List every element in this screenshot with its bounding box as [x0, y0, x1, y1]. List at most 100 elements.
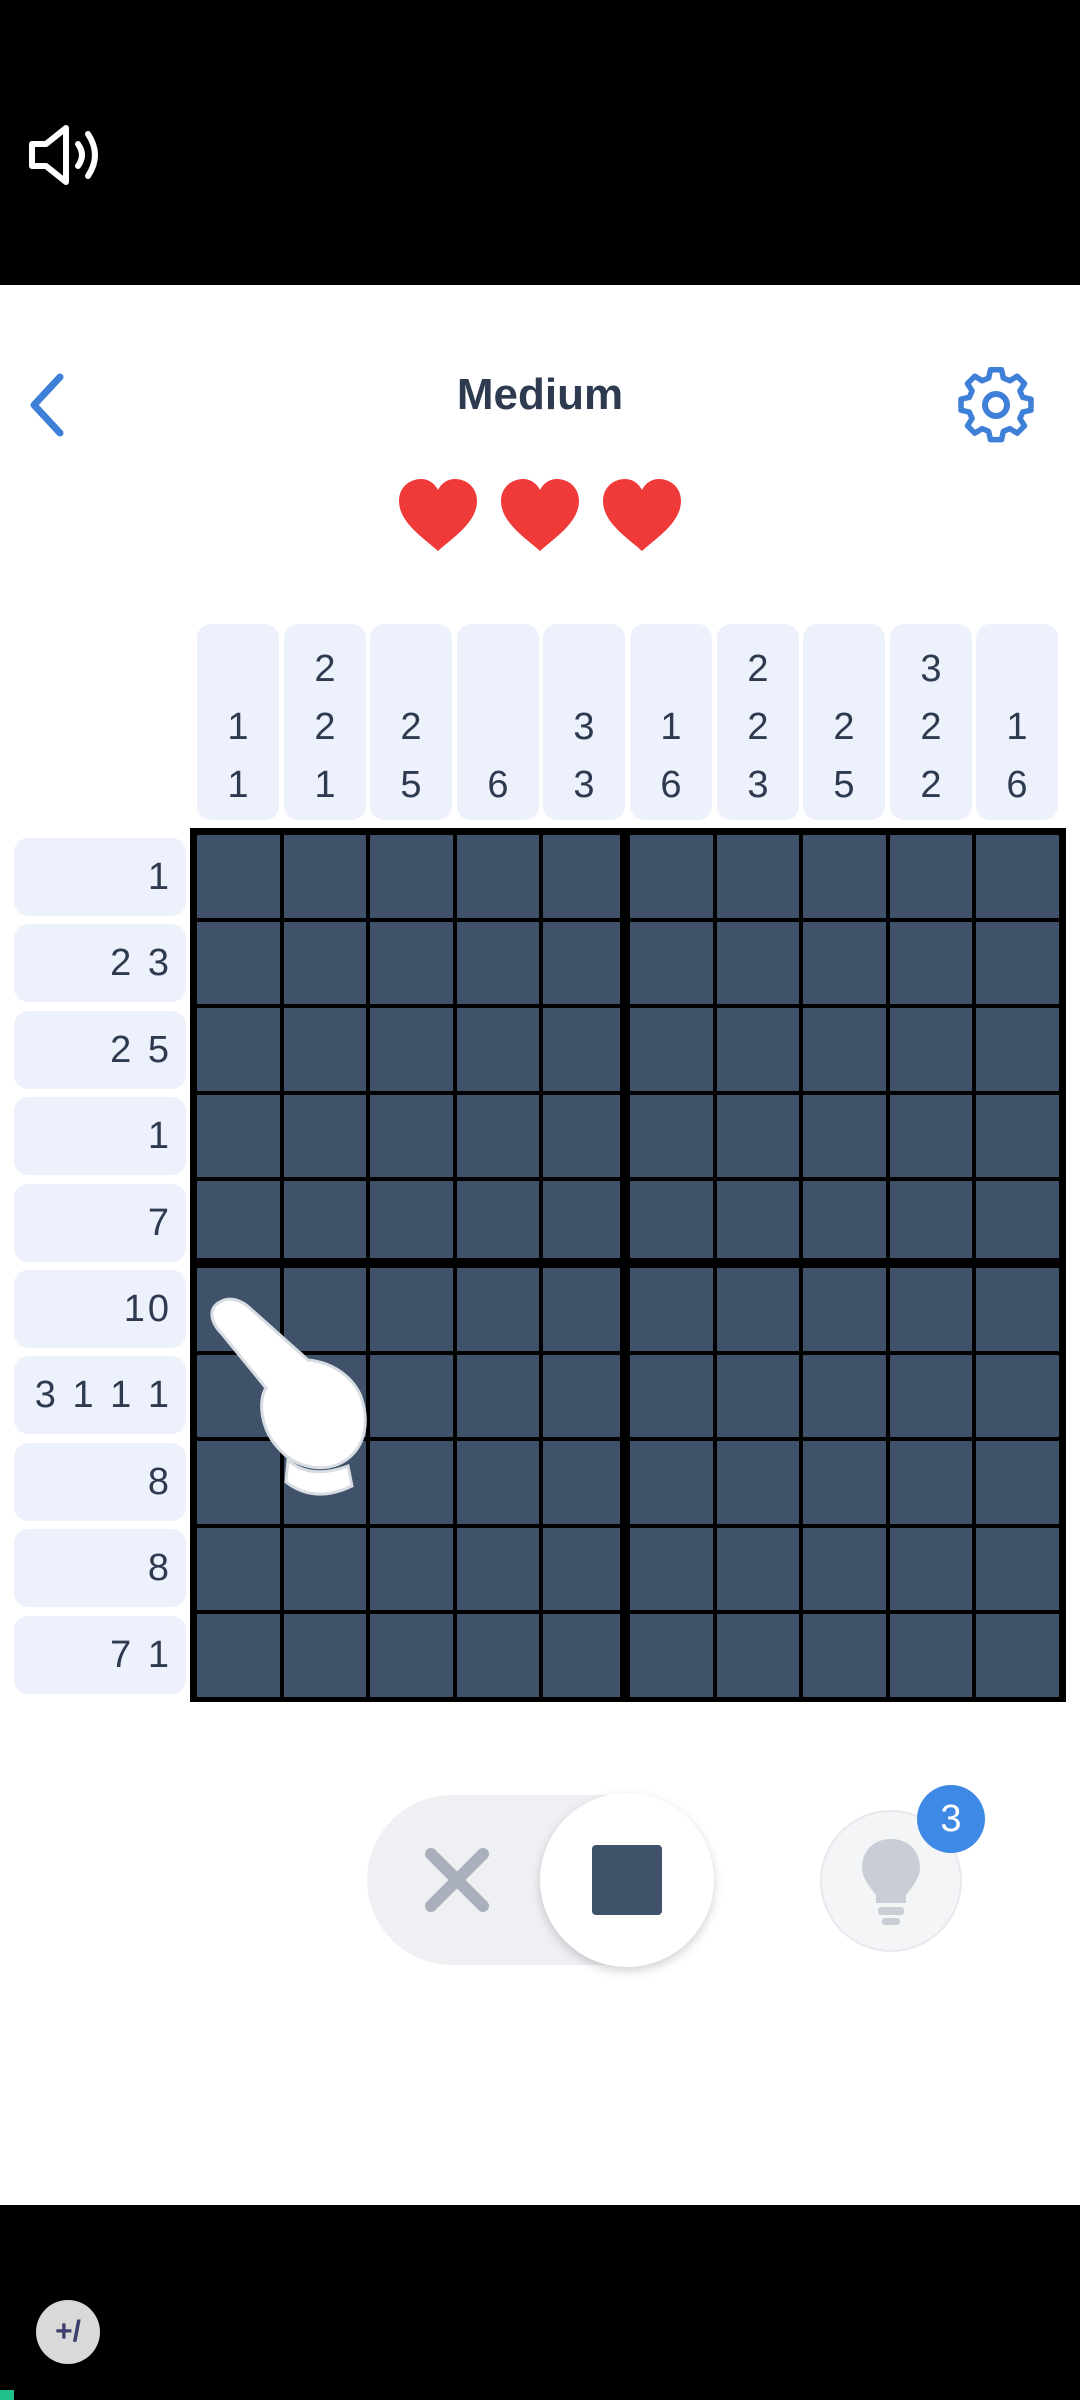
gear-icon[interactable] [955, 364, 1037, 446]
grid-cell[interactable] [283, 835, 367, 918]
grid-cell[interactable] [976, 921, 1059, 1005]
grid-cell[interactable] [889, 1181, 973, 1264]
grid-cell[interactable] [283, 1094, 367, 1178]
grid-cell[interactable] [370, 835, 453, 918]
grid-cell[interactable] [543, 835, 626, 918]
grid-cell[interactable] [283, 1527, 367, 1611]
grid-cell[interactable] [976, 835, 1059, 918]
grid-cell[interactable] [889, 1614, 973, 1697]
grid-cell[interactable] [370, 1441, 453, 1524]
grid-cell[interactable] [197, 1614, 280, 1697]
grid-cell[interactable] [716, 1008, 800, 1091]
grid-cell[interactable] [456, 835, 540, 918]
speaker-icon[interactable] [26, 120, 106, 190]
grid-cell[interactable] [456, 1008, 540, 1091]
grid-cell[interactable] [889, 1441, 973, 1524]
grid-cell[interactable] [803, 921, 886, 1005]
grid-cell[interactable] [197, 835, 280, 918]
grid-cell[interactable] [543, 1181, 626, 1264]
grid-cell[interactable] [803, 1527, 886, 1611]
grid-cell[interactable] [630, 835, 713, 918]
grid-cell[interactable] [716, 921, 800, 1005]
grid-cell[interactable] [803, 1268, 886, 1351]
grid-cell[interactable] [630, 1008, 713, 1091]
grid-cell[interactable] [370, 1354, 453, 1438]
grid-cell[interactable] [630, 1614, 713, 1697]
grid-cell[interactable] [630, 1094, 713, 1178]
grid-cell[interactable] [716, 1181, 800, 1264]
grid-cell[interactable] [716, 1441, 800, 1524]
grid-cell[interactable] [197, 921, 280, 1005]
grid-cell[interactable] [370, 1268, 453, 1351]
grid-cell[interactable] [889, 1354, 973, 1438]
grid-cell[interactable] [976, 1008, 1059, 1091]
grid-cell[interactable] [716, 1268, 800, 1351]
grid-cell[interactable] [716, 1354, 800, 1438]
grid-cell[interactable] [370, 1527, 453, 1611]
fill-mode-button[interactable] [540, 1793, 714, 1967]
grid-cell[interactable] [803, 1441, 886, 1524]
grid-cell[interactable] [716, 1094, 800, 1178]
mode-toggle[interactable] [367, 1793, 714, 1967]
grid-cell[interactable] [197, 1094, 280, 1178]
grid-cell[interactable] [283, 1008, 367, 1091]
grid-cell[interactable] [803, 1008, 886, 1091]
grid-cell[interactable] [889, 1268, 973, 1351]
grid-cell[interactable] [283, 921, 367, 1005]
grid-cell[interactable] [197, 1527, 280, 1611]
grid-cell[interactable] [456, 1354, 540, 1438]
grid-cell[interactable] [976, 1354, 1059, 1438]
grid-cell[interactable] [543, 1527, 626, 1611]
chevron-left-icon[interactable] [18, 365, 78, 445]
grid-cell[interactable] [630, 1354, 713, 1438]
grid-cell[interactable] [197, 1008, 280, 1091]
grid-cell[interactable] [370, 1094, 453, 1178]
grid-cell[interactable] [543, 1094, 626, 1178]
grid-cell[interactable] [803, 1181, 886, 1264]
grid-cell[interactable] [283, 1181, 367, 1264]
grid-cell[interactable] [370, 1181, 453, 1264]
grid-cell[interactable] [456, 1181, 540, 1264]
grid-cell[interactable] [456, 1527, 540, 1611]
grid-cell[interactable] [370, 1614, 453, 1697]
grid-cell[interactable] [197, 1181, 280, 1264]
grid-cell[interactable] [630, 1527, 713, 1611]
grid-cell[interactable] [976, 1181, 1059, 1264]
grid-cell[interactable] [543, 1268, 626, 1351]
grid-cell[interactable] [543, 1354, 626, 1438]
grid-cell[interactable] [889, 1527, 973, 1611]
grid-cell[interactable] [976, 1527, 1059, 1611]
grid-cell[interactable] [370, 921, 453, 1005]
grid-cell[interactable] [716, 835, 800, 918]
grid-cell[interactable] [889, 921, 973, 1005]
grid-cell[interactable] [370, 1008, 453, 1091]
grid-cell[interactable] [456, 1614, 540, 1697]
grid-cell[interactable] [889, 1094, 973, 1178]
grid-cell[interactable] [456, 1268, 540, 1351]
grid-cell[interactable] [456, 921, 540, 1005]
grid-cell[interactable] [456, 1441, 540, 1524]
grid-cell[interactable] [803, 1614, 886, 1697]
grid-cell[interactable] [976, 1614, 1059, 1697]
grid-cell[interactable] [630, 1181, 713, 1264]
grid-cell[interactable] [456, 1094, 540, 1178]
grid-cell[interactable] [889, 835, 973, 918]
grid-cell[interactable] [630, 1441, 713, 1524]
grid-cell[interactable] [630, 921, 713, 1005]
grid-cell[interactable] [803, 1094, 886, 1178]
grid-cell[interactable] [803, 1354, 886, 1438]
grid-cell[interactable] [976, 1094, 1059, 1178]
grid-cell[interactable] [716, 1527, 800, 1611]
grid-cell[interactable] [630, 1268, 713, 1351]
grid-cell[interactable] [543, 1008, 626, 1091]
grid-cell[interactable] [543, 1441, 626, 1524]
grid-cell[interactable] [976, 1441, 1059, 1524]
x-icon[interactable] [417, 1840, 497, 1920]
grid-cell[interactable] [543, 921, 626, 1005]
grid-cell[interactable] [543, 1614, 626, 1697]
grid-cell[interactable] [803, 835, 886, 918]
grid-cell[interactable] [976, 1268, 1059, 1351]
puzzle-grid[interactable] [190, 828, 1066, 1702]
grid-cell[interactable] [716, 1614, 800, 1697]
grid-cell[interactable] [283, 1614, 367, 1697]
